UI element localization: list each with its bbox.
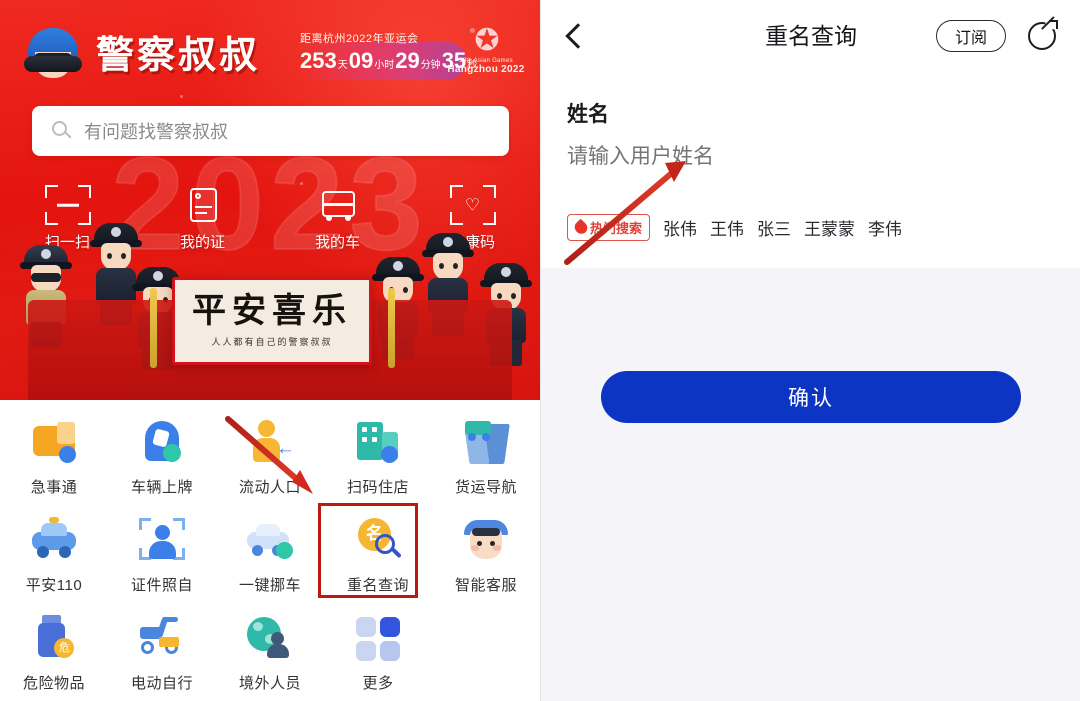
app-tile-more[interactable]: 更多 bbox=[324, 604, 432, 701]
more-grid-icon bbox=[353, 614, 403, 664]
subscribe-button[interactable]: 订阅 bbox=[936, 20, 1006, 52]
move-car-icon bbox=[245, 516, 295, 566]
hot-name-item[interactable]: 张伟 bbox=[663, 215, 697, 240]
freight-nav-icon bbox=[461, 418, 511, 468]
search-icon bbox=[52, 121, 72, 141]
app-tile-hazard-goods[interactable]: 危 危险物品 bbox=[0, 604, 108, 701]
subscribe-label: 订阅 bbox=[954, 30, 987, 47]
app-tile-smart-service[interactable]: 智能客服 bbox=[432, 506, 540, 604]
app-tile-freight-nav[interactable]: 货运导航 bbox=[432, 408, 540, 506]
app-tile-ebike[interactable]: 电动自行 bbox=[108, 604, 216, 701]
brand-row: 警察叔叔 距离杭州2022年亚运会 253天09小时29分钟35秒 ✪ 19th… bbox=[0, 20, 540, 88]
police-car-icon bbox=[29, 516, 79, 566]
highlight-box-name-search bbox=[318, 503, 418, 598]
countdown-hours: 09 bbox=[348, 48, 374, 73]
app-tile-urgent-service[interactable]: 急事通 bbox=[0, 408, 108, 506]
hot-name-item[interactable]: 王蒙蒙 bbox=[804, 215, 855, 240]
asian-games-logo: ✪ 19th Asian Games Hangzhou 2022 bbox=[442, 24, 530, 98]
brand-title: 警察叔叔 bbox=[96, 33, 261, 77]
hot-name-item[interactable]: 张三 bbox=[757, 215, 791, 240]
flame-icon bbox=[572, 218, 590, 237]
search-input[interactable]: 有问题找警察叔叔 bbox=[32, 106, 509, 156]
name-field-label: 姓名 bbox=[567, 103, 609, 126]
name-query-card: 姓名 热门搜索 张伟 王伟 张三 王蒙蒙 李伟 确认 bbox=[541, 72, 1080, 423]
foreigner-globe-icon bbox=[245, 614, 295, 664]
asian-games-countdown: 距离杭州2022年亚运会 253天09小时29分钟35秒 bbox=[294, 30, 478, 80]
countdown-label: 距离杭州2022年亚运会 bbox=[300, 33, 419, 45]
floating-population-icon: ← bbox=[245, 418, 295, 468]
confirm-button[interactable]: 确认 bbox=[601, 371, 1021, 423]
countdown-days: 253 bbox=[300, 48, 337, 73]
hot-search-badge: 热门搜索 bbox=[567, 214, 651, 241]
hot-search-label: 热门搜索 bbox=[590, 221, 643, 236]
banner-title: 平安喜乐 bbox=[192, 291, 352, 331]
e-bike-icon bbox=[137, 614, 187, 664]
app-grid: 急事通 车辆上牌 ← 流动人口 扫码住店 货运导航 平安110 证件照自 一键挪… bbox=[0, 402, 540, 701]
share-icon[interactable] bbox=[1026, 16, 1060, 53]
app-tile-foreigner[interactable]: 境外人员 bbox=[216, 604, 324, 701]
stage-pole bbox=[388, 288, 395, 368]
app-tile-id-photo[interactable]: 证件照自 bbox=[108, 506, 216, 604]
countdown-value: 253天09小时29分钟35秒 bbox=[300, 48, 478, 73]
search-placeholder: 有问题找警察叔叔 bbox=[84, 122, 228, 142]
urgent-service-icon bbox=[29, 418, 79, 468]
app-tile-move-car[interactable]: 一键挪车 bbox=[216, 506, 324, 604]
name-input[interactable] bbox=[567, 142, 1054, 172]
app-tile-police-110[interactable]: 平安110 bbox=[0, 506, 108, 604]
smart-service-icon bbox=[461, 516, 511, 566]
app-tile-vehicle-plate[interactable]: 车辆上牌 bbox=[108, 408, 216, 506]
id-photo-icon bbox=[137, 516, 187, 566]
hazard-bottle-icon: 危 bbox=[29, 614, 79, 664]
hot-name-item[interactable]: 李伟 bbox=[868, 215, 902, 240]
asian-games-mark-icon: ✪ bbox=[474, 24, 499, 57]
countdown-minutes: 29 bbox=[395, 48, 420, 73]
page-header: 重名查询 订阅 bbox=[541, 0, 1080, 72]
app-tile-floating-population[interactable]: ← 流动人口 bbox=[216, 408, 324, 506]
app-tile-hotel-scan[interactable]: 扫码住店 bbox=[324, 408, 432, 506]
vehicle-plate-icon bbox=[137, 418, 187, 468]
hero-header: 2023 警察叔叔 距离杭州2022年亚运会 253天09小时29分钟35秒 ✪ bbox=[0, 0, 540, 400]
hot-name-item[interactable]: 王伟 bbox=[710, 215, 744, 240]
dual-panel-screenshot: 2023 警察叔叔 距离杭州2022年亚运会 253天09小时29分钟35秒 ✪ bbox=[0, 0, 1080, 701]
app-home-panel: 2023 警察叔叔 距离杭州2022年亚运会 253天09小时29分钟35秒 ✪ bbox=[0, 0, 540, 701]
police-cap-icon bbox=[22, 26, 84, 82]
hotel-scan-icon bbox=[353, 418, 403, 468]
name-search-page: 重名查询 订阅 姓名 热门搜索 张伟 王伟 张三 王蒙蒙 李伟 bbox=[540, 0, 1080, 701]
hot-search-row: 热门搜索 张伟 王伟 张三 王蒙蒙 李伟 bbox=[567, 214, 1054, 241]
stage-pole bbox=[150, 288, 157, 368]
festival-banner: 平安喜乐 人人都有自己的警察叔叔 bbox=[172, 277, 372, 365]
banner-subtitle: 人人都有自己的警察叔叔 bbox=[211, 338, 333, 348]
